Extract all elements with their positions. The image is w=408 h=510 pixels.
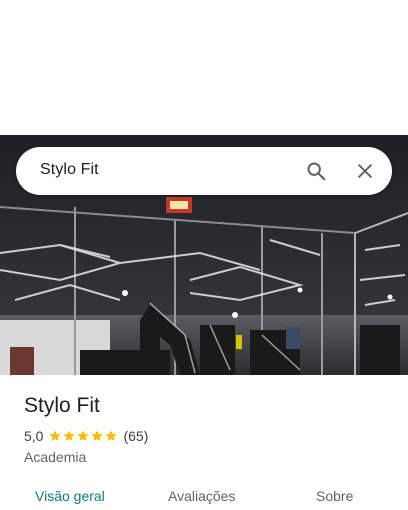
search-query-text[interactable]: Stylo Fit [40,161,99,179]
review-count[interactable]: (65) [123,428,148,444]
star-icon [49,430,62,441]
rating-value: 5,0 [24,428,44,444]
search-icon [307,162,326,181]
star-icon [91,430,104,441]
tab-overview[interactable]: Visão geral [35,488,105,504]
rating-row[interactable]: 5,0 (65) [24,428,148,444]
close-icon [358,164,372,178]
tab-reviews[interactable]: Avaliações [168,488,235,504]
tab-about[interactable]: Sobre [316,488,353,504]
search-button[interactable] [302,157,330,185]
place-details-sheet: Stylo Fit 5,0 (65) Academia Visão geral … [0,375,408,510]
place-category[interactable]: Academia [24,449,86,465]
star-icon [77,430,90,441]
star-icon [63,430,76,441]
map-top-area [0,0,408,135]
place-tabs: Visão geral Avaliações Sobre [0,485,408,510]
place-title: Stylo Fit [24,394,100,417]
star-rating [48,429,118,443]
star-icon [105,430,118,441]
close-button[interactable] [351,157,379,185]
search-bar[interactable]: Stylo Fit [16,147,392,195]
